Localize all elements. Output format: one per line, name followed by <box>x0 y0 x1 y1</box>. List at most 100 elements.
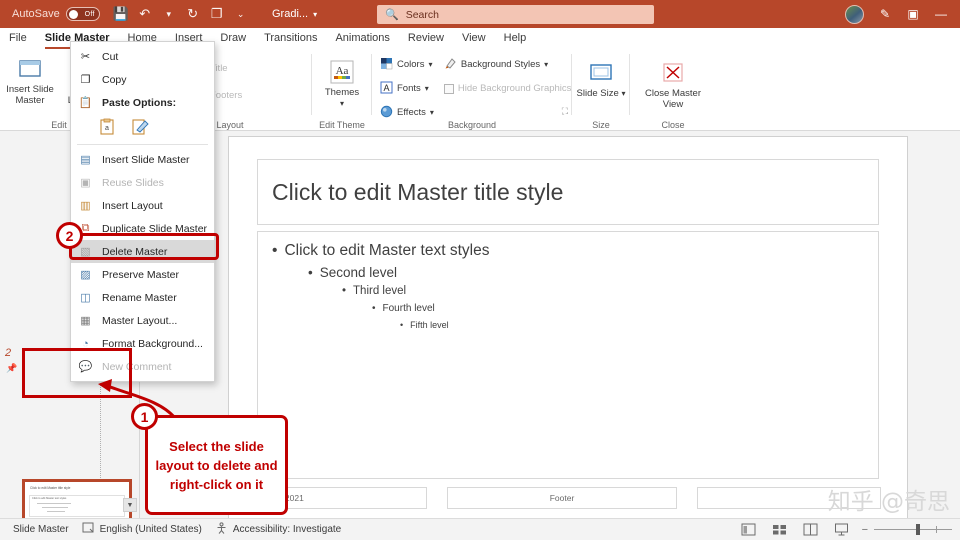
watermark: 知乎 @奇思 <box>827 489 950 515</box>
language-label: English (United States) <box>99 524 202 535</box>
status-bar-right: − <box>740 522 952 537</box>
insert-layout-icon: ▥ <box>80 200 91 212</box>
tab-animations[interactable]: Animations <box>326 28 398 49</box>
document-name-label: Gradi... <box>272 8 309 20</box>
tab-view[interactable]: View <box>453 28 495 49</box>
annotation-badge-1: 1 <box>131 403 158 430</box>
autosave-toggle[interactable]: Off <box>65 7 100 21</box>
menu-item-delete-master-label: Delete Master <box>102 245 168 258</box>
slide-sorter-button[interactable] <box>771 522 788 537</box>
minimize-icon[interactable]: — <box>928 2 954 26</box>
tab-transitions[interactable]: Transitions <box>255 28 326 49</box>
delete-master-icon: ▧ <box>80 246 91 258</box>
slide-master-editing-area[interactable]: Click to edit Master title style • Click… <box>228 136 908 524</box>
fonts-button[interactable]: A Fonts ▾ <box>380 79 434 98</box>
menu-item-master-layout[interactable]: ▦ Master Layout... <box>71 309 214 332</box>
menu-item-copy[interactable]: ❐ Copy <box>71 68 214 91</box>
fonts-dropdown-icon[interactable]: ▾ <box>425 84 429 93</box>
language-status[interactable]: English (United States) <box>82 522 202 537</box>
context-menu[interactable]: ✂ Cut ❐ Copy 📋 Paste Options: a ▤ Insert… <box>70 41 215 382</box>
annotation-badge-2: 2 <box>56 222 83 249</box>
undo-icon[interactable]: ↶ <box>134 4 156 24</box>
body-placeholder[interactable]: • Click to edit Master text styles • Sec… <box>257 231 879 479</box>
paste-use-destination-theme-icon[interactable] <box>130 117 149 136</box>
menu-item-insert-slide-master[interactable]: ▤ Insert Slide Master <box>71 148 214 171</box>
hide-background-graphics-box <box>443 83 454 94</box>
footer-placeholder[interactable]: Footer <box>447 487 677 509</box>
menu-separator <box>77 144 208 145</box>
thumbnail-pane-scroll-down-button[interactable]: ▼ <box>123 498 137 512</box>
menu-item-cut-label: Cut <box>102 50 119 63</box>
slide-show-button[interactable] <box>833 522 850 537</box>
menu-item-insert-layout[interactable]: ▥ Insert Layout <box>71 194 214 217</box>
background-styles-icon <box>444 57 457 73</box>
accessibility-status[interactable]: Accessibility: Investigate <box>215 521 341 538</box>
bullet-icon: • <box>272 242 278 259</box>
rename-icon: ◫ <box>80 292 91 304</box>
ribbon-display-options-icon[interactable]: ▣ <box>900 2 926 26</box>
pen-icon[interactable]: ✎ <box>872 2 898 26</box>
close-master-view-button[interactable]: Close Master View <box>634 53 712 110</box>
menu-item-cut[interactable]: ✂ Cut <box>71 45 214 68</box>
insert-slide-master-icon <box>17 54 43 84</box>
zoom-slider-thumb[interactable] <box>916 524 920 535</box>
background-styles-dropdown-icon[interactable]: ▾ <box>544 60 548 69</box>
tab-review[interactable]: Review <box>399 28 453 49</box>
themes-button[interactable]: Aa Themes ▾ <box>316 52 368 109</box>
body-level-5-text: Fifth level <box>410 320 449 330</box>
background-styles-button[interactable]: Background Styles ▾ <box>444 55 572 74</box>
zoom-slider[interactable] <box>874 524 952 535</box>
reading-view-button[interactable] <box>802 522 819 537</box>
slide-size-button[interactable]: Slide Size ▾ <box>576 53 626 99</box>
menu-item-format-background-label: Format Background... <box>102 337 203 350</box>
zoom-out-button[interactable]: − <box>862 524 868 536</box>
ribbon-group-close: Close Master View Close <box>630 49 716 131</box>
undo-dropdown-icon[interactable]: ▾ <box>158 4 180 24</box>
menu-item-insert-slide-master-label: Insert Slide Master <box>102 153 190 166</box>
redo-icon[interactable]: ↻ <box>182 4 204 24</box>
body-level-2-text: Second level <box>319 265 398 280</box>
tab-file[interactable]: File <box>0 28 36 49</box>
insert-slide-master-button[interactable]: Insert Slide Master <box>4 49 56 106</box>
search-input[interactable]: 🔍 Search <box>377 5 654 24</box>
status-bar: Slide Master English (United States) Acc… <box>0 518 960 540</box>
menu-item-delete-master[interactable]: ▧ Delete Master <box>71 240 214 263</box>
effects-dropdown-icon[interactable]: ▾ <box>430 108 434 117</box>
menu-item-duplicate-slide-master[interactable]: ⧉ Duplicate Slide Master <box>71 217 214 240</box>
menu-item-rename-master[interactable]: ◫ Rename Master <box>71 286 214 309</box>
reuse-slides-icon: ▣ <box>80 177 91 189</box>
menu-item-duplicate-slide-master-label: Duplicate Slide Master <box>102 222 208 235</box>
themes-dropdown-icon[interactable]: ▾ <box>340 98 344 109</box>
document-name[interactable]: Gradi... ▾ <box>272 0 317 28</box>
ribbon-group-size-label: Size <box>592 120 610 130</box>
normal-view-button[interactable] <box>740 522 757 537</box>
themes-icon: Aa <box>327 57 357 87</box>
chevron-down-icon[interactable]: ▾ <box>313 10 317 19</box>
autosave-label: AutoSave <box>12 8 60 20</box>
save-icon[interactable]: 💾 <box>110 4 132 24</box>
bullet-icon: • <box>400 320 404 330</box>
paste-keep-text-only-icon[interactable]: a <box>97 117 116 136</box>
title-placeholder[interactable]: Click to edit Master title style <box>257 159 879 225</box>
start-presentation-icon[interactable]: ❐ <box>206 4 228 24</box>
copy-icon: ❐ <box>80 74 91 86</box>
colors-dropdown-icon[interactable]: ▾ <box>428 60 432 69</box>
menu-item-preserve-master[interactable]: ▨ Preserve Master <box>71 263 214 286</box>
autosave-toggle-knob <box>68 9 78 19</box>
zoom-control[interactable]: − <box>862 524 952 536</box>
hide-background-graphics-checkbox[interactable]: Hide Background Graphics <box>443 79 571 98</box>
customize-quick-access-icon[interactable]: ⌄ <box>230 4 252 24</box>
slide-master-icon: ▤ <box>80 154 91 166</box>
background-dialog-launcher-icon[interactable]: ⛶ <box>562 106 568 117</box>
tab-help[interactable]: Help <box>495 28 536 49</box>
colors-button[interactable]: Colors ▾ <box>380 55 434 74</box>
body-level-4: • Fourth level <box>372 303 864 314</box>
close-master-view-icon <box>659 58 687 88</box>
menu-item-master-layout-label: Master Layout... <box>102 314 178 327</box>
autosave-control[interactable]: AutoSave Off <box>12 7 100 21</box>
annotation-callout: Select the slide layout to delete and ri… <box>145 415 288 515</box>
body-level-1: • Click to edit Master text styles <box>272 242 864 260</box>
tab-draw[interactable]: Draw <box>211 28 255 49</box>
menu-item-format-background[interactable]: ◔ Format Background... <box>71 332 214 355</box>
avatar[interactable] <box>845 4 864 24</box>
